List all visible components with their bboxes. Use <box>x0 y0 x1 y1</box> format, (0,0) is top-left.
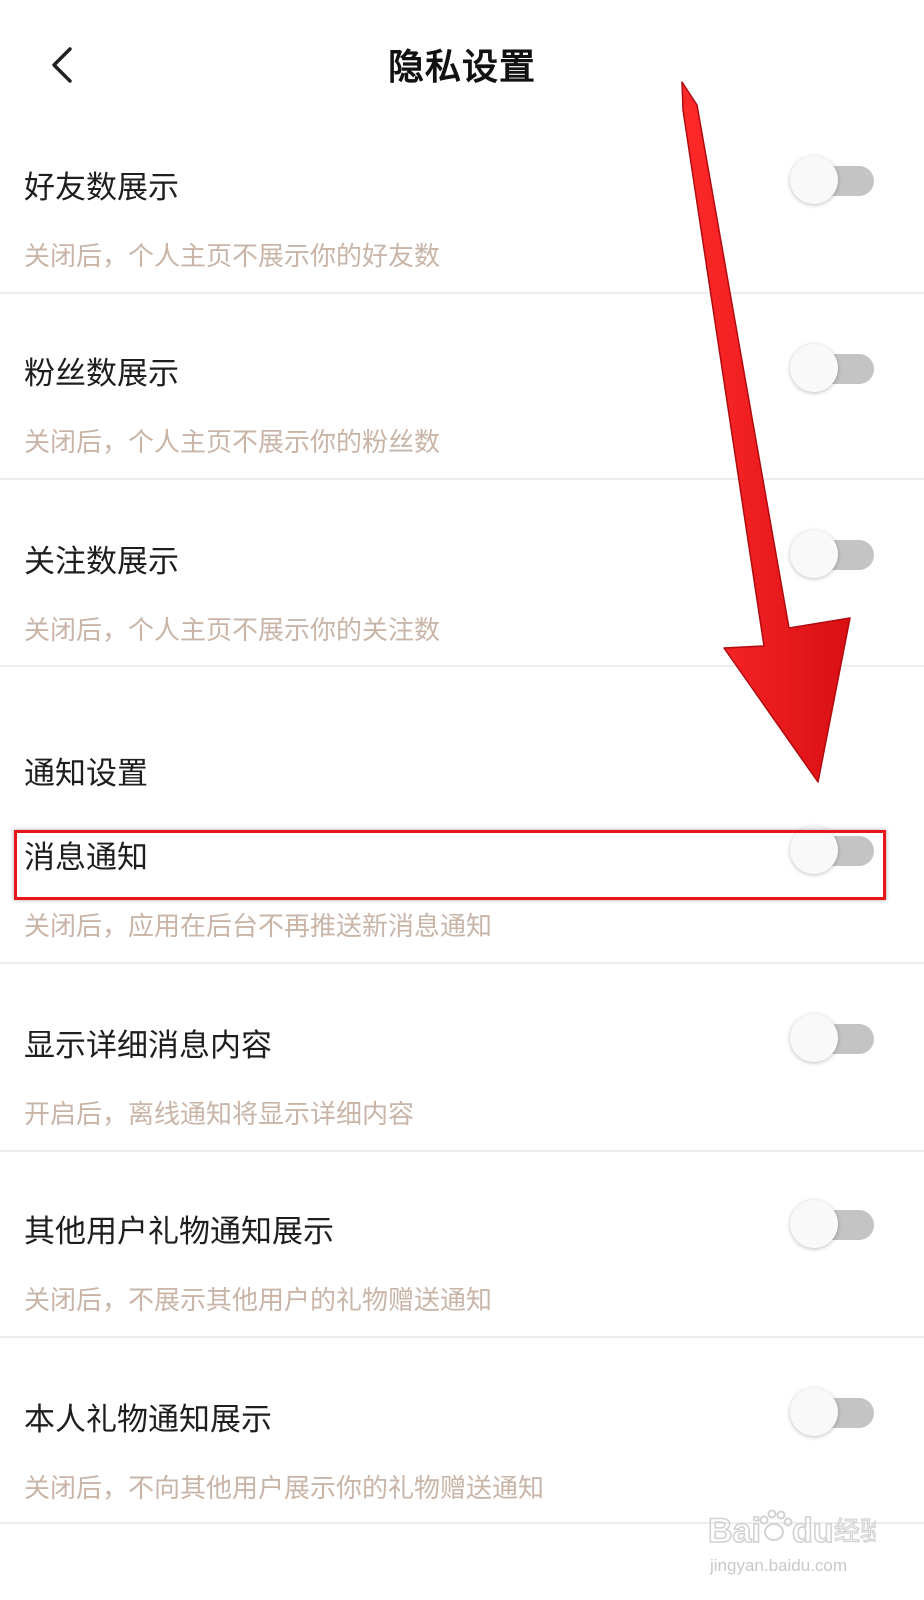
toggle-knob <box>790 1014 838 1062</box>
setting-description: 关闭后，个人主页不展示你的粉丝数 <box>24 428 441 458</box>
watermark-url: jingyan.baidu.com <box>710 1556 848 1575</box>
setting-row-following-count: 关注数展示 关闭后，个人主页不展示你的关注数 <box>0 480 924 667</box>
baidu-watermark-logo-icon: Bai du 经验 <box>707 1509 876 1551</box>
setting-description: 关闭后，应用在后台不再推送新消息通知 <box>24 912 493 942</box>
setting-title: 好友数展示 <box>24 170 179 206</box>
setting-row-fans-count: 粉丝数展示 关闭后，个人主页不展示你的粉丝数 <box>0 294 924 480</box>
setting-row-own-gift-notification: 本人礼物通知展示 关闭后，不向其他用户展示你的礼物赠送通知 <box>0 1338 924 1524</box>
setting-title: 显示详细消息内容 <box>24 1028 272 1064</box>
setting-title: 粉丝数展示 <box>24 356 179 392</box>
setting-description: 关闭后，不向其他用户展示你的礼物赠送通知 <box>24 1474 545 1504</box>
divider <box>0 665 924 667</box>
setting-title: 关注数展示 <box>24 544 179 580</box>
setting-description: 开启后，离线通知将显示详细内容 <box>24 1100 415 1130</box>
others-gift-notification-toggle[interactable] <box>790 1200 874 1250</box>
setting-description: 关闭后，不展示其他用户的礼物赠送通知 <box>24 1286 493 1316</box>
friends-count-toggle[interactable] <box>790 156 874 206</box>
setting-title: 本人礼物通知展示 <box>24 1402 272 1438</box>
setting-description: 关闭后，个人主页不展示你的好友数 <box>24 242 441 272</box>
following-count-toggle[interactable] <box>790 530 874 580</box>
own-gift-notification-toggle[interactable] <box>790 1388 874 1438</box>
setting-row-friends-count: 好友数展示 关闭后，个人主页不展示你的好友数 <box>0 130 924 294</box>
annotation-highlight-box <box>14 830 886 900</box>
section-header-notifications: 通知设置 <box>24 756 148 792</box>
toggle-knob <box>790 1200 838 1248</box>
toggle-knob <box>790 156 838 204</box>
svg-text:经验: 经验 <box>834 1517 876 1547</box>
setting-description: 关闭后，个人主页不展示你的关注数 <box>24 616 441 646</box>
svg-text:du: du <box>792 1512 834 1550</box>
toggle-knob <box>790 530 838 578</box>
svg-text:Bai: Bai <box>708 1512 761 1550</box>
toggle-knob <box>790 344 838 392</box>
setting-row-detailed-content: 显示详细消息内容 开启后，离线通知将显示详细内容 <box>0 964 924 1150</box>
setting-title: 其他用户礼物通知展示 <box>24 1214 334 1250</box>
page-title: 隐私设置 <box>387 47 536 88</box>
detailed-content-toggle[interactable] <box>790 1014 874 1064</box>
toggle-knob <box>790 1388 838 1436</box>
setting-row-others-gift-notification: 其他用户礼物通知展示 关闭后，不展示其他用户的礼物赠送通知 <box>0 1152 924 1338</box>
top-bar: 隐私设置 <box>0 0 924 130</box>
fans-count-toggle[interactable] <box>790 344 874 394</box>
